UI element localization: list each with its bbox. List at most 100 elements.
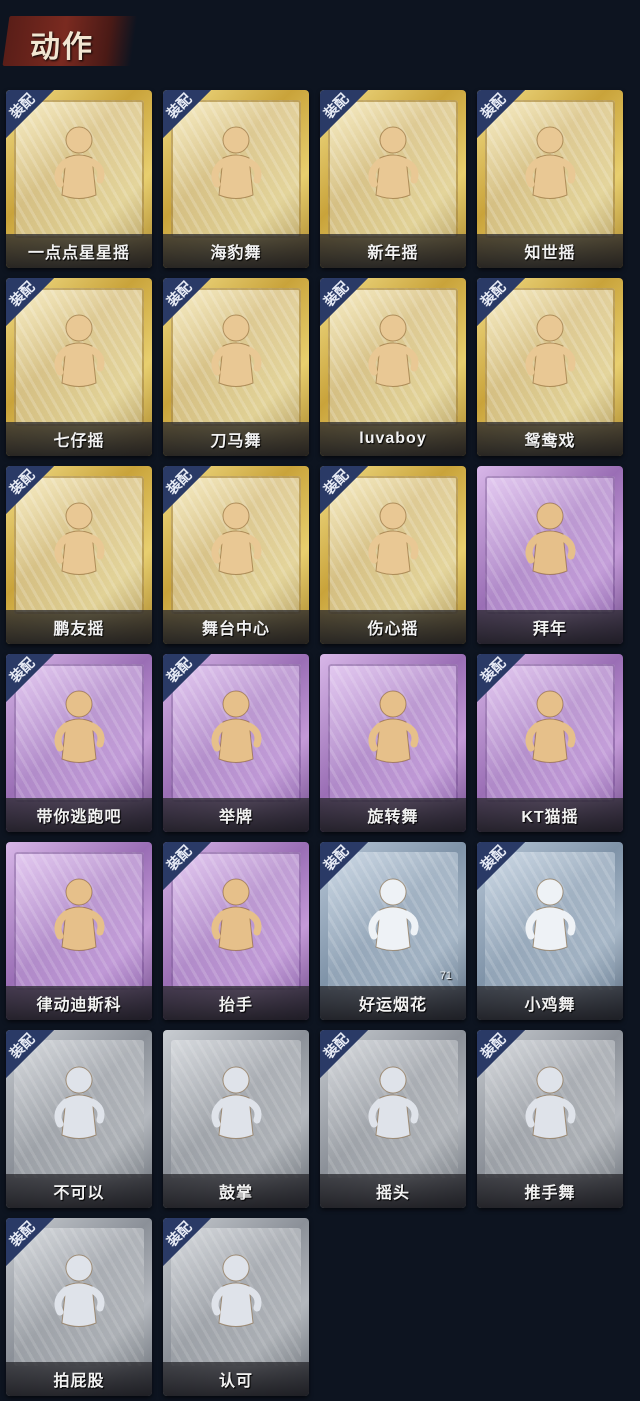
emote-card[interactable]: 装配 小鸡舞 xyxy=(477,842,623,1020)
emote-card[interactable]: 装配 新年摇 xyxy=(320,90,466,268)
dance-figure-icon xyxy=(54,1066,105,1139)
equipped-badge-label: 装配 xyxy=(477,278,509,310)
item-count: 71 xyxy=(439,970,452,982)
dance-figure-icon xyxy=(525,126,576,199)
emote-name: luvaboy xyxy=(359,430,427,447)
dance-figure-icon xyxy=(368,314,419,387)
equipped-badge: 装配 xyxy=(6,90,54,138)
equipped-badge-label: 装配 xyxy=(477,654,509,686)
dance-figure-icon xyxy=(525,878,576,951)
equipped-badge: 装配 xyxy=(6,1218,54,1266)
equipped-badge-label: 装配 xyxy=(6,1218,38,1250)
equipped-badge-label: 装配 xyxy=(163,278,195,310)
equipped-badge-label: 装配 xyxy=(6,466,38,498)
card-label-bar: 抬手 xyxy=(163,986,309,1020)
equipped-badge: 装配 xyxy=(320,842,368,890)
emote-card[interactable]: 装配七仔摇 xyxy=(6,278,152,456)
equipped-badge: 装配 xyxy=(320,278,368,326)
equipped-badge-label: 装配 xyxy=(163,842,195,874)
emote-card[interactable]: 旋转舞 xyxy=(320,654,466,832)
card-label-bar: 小鸡舞 xyxy=(477,986,623,1020)
card-label-bar: 鸳鸯戏 xyxy=(477,422,623,456)
emote-card[interactable]: 装配 拍屁股 xyxy=(6,1218,152,1396)
equipped-badge: 装配 xyxy=(163,466,211,514)
card-label-bar: 鹏友摇 xyxy=(6,610,152,644)
section-header: 动作 xyxy=(2,8,138,74)
equipped-badge: 装配 xyxy=(477,1030,525,1078)
equipped-badge-label: 装配 xyxy=(477,1030,509,1062)
equipped-badge-label: 装配 xyxy=(163,1218,195,1250)
dance-figure-icon xyxy=(525,690,576,763)
equipped-badge: 装配 xyxy=(163,842,211,890)
equipped-badge: 装配 xyxy=(477,278,525,326)
emote-card[interactable]: 装配 71 好运烟花 xyxy=(320,842,466,1020)
card-label-bar: 推手舞 xyxy=(477,1174,623,1208)
equipped-badge-label: 装配 xyxy=(477,90,509,122)
dance-figure-icon xyxy=(525,1066,576,1139)
emote-card[interactable]: 拜年 xyxy=(477,466,623,644)
emote-card[interactable]: 装配 鸳鸯戏 xyxy=(477,278,623,456)
card-label-bar: 海豹舞 xyxy=(163,234,309,268)
emote-card[interactable]: 装配 海豹舞 xyxy=(163,90,309,268)
emote-name: 知世摇 xyxy=(524,245,576,262)
emote-card[interactable]: 装配推手舞 xyxy=(477,1030,623,1208)
equipped-badge: 装配 xyxy=(477,90,525,138)
equipped-badge-label: 装配 xyxy=(6,278,38,310)
emote-card[interactable]: 装配 舞台中心 xyxy=(163,466,309,644)
equipped-badge: 装配 xyxy=(163,278,211,326)
emote-name: KT猫摇 xyxy=(521,809,579,826)
equipped-badge-label: 装配 xyxy=(163,466,195,498)
emote-card[interactable]: 律动迪斯科 xyxy=(6,842,152,1020)
card-label-bar: 不可以 xyxy=(6,1174,152,1208)
emote-card[interactable]: 装配 一点点星星摇 xyxy=(6,90,152,268)
equipped-badge: 装配 xyxy=(163,90,211,138)
equipped-badge-label: 装配 xyxy=(163,90,195,122)
equipped-badge-label: 装配 xyxy=(320,466,352,498)
page-title: 动作 xyxy=(30,31,94,64)
emote-name: 不可以 xyxy=(53,1185,105,1202)
card-label-bar: 律动迪斯科 xyxy=(6,986,152,1020)
emote-name: 好运烟花 xyxy=(358,997,427,1014)
dance-figure-icon xyxy=(368,1066,419,1139)
emote-name: 抬手 xyxy=(218,997,253,1014)
card-label-bar: luvaboy xyxy=(320,422,466,456)
dance-figure-icon xyxy=(211,690,262,763)
emote-card[interactable]: 装配抬手 xyxy=(163,842,309,1020)
equipped-badge: 装配 xyxy=(6,466,54,514)
emote-card[interactable]: 装配不可以 xyxy=(6,1030,152,1208)
emote-card[interactable]: 装配刀马舞 xyxy=(163,278,309,456)
emote-name: 小鸡舞 xyxy=(524,997,576,1014)
equipped-badge: 装配 xyxy=(163,654,211,702)
emote-card[interactable]: 装配知世摇 xyxy=(477,90,623,268)
emote-card[interactable]: 装配 KT猫摇 xyxy=(477,654,623,832)
dance-figure-icon xyxy=(211,1066,262,1139)
card-label-bar: 旋转舞 xyxy=(320,798,466,832)
dance-figure-icon xyxy=(54,690,105,763)
emote-name: 推手舞 xyxy=(524,1185,576,1202)
card-label-bar: 伤心摇 xyxy=(320,610,466,644)
equipped-badge: 装配 xyxy=(6,1030,54,1078)
equipped-badge-label: 装配 xyxy=(320,1030,352,1062)
emote-card[interactable]: 装配 认可 xyxy=(163,1218,309,1396)
dance-figure-icon xyxy=(54,878,105,951)
emote-card[interactable]: 装配 带你逃跑吧 xyxy=(6,654,152,832)
dance-figure-icon xyxy=(54,314,105,387)
emote-name: 七仔摇 xyxy=(53,433,105,450)
dance-figure-icon xyxy=(368,502,419,575)
dance-figure-icon xyxy=(211,126,262,199)
emote-card[interactable]: 装配 鹏友摇 xyxy=(6,466,152,644)
card-label-bar: 舞台中心 xyxy=(163,610,309,644)
emote-name: 刀马舞 xyxy=(210,433,262,450)
emote-card[interactable]: 装配 伤心摇 xyxy=(320,466,466,644)
equipped-badge-label: 装配 xyxy=(320,90,352,122)
emote-card[interactable]: 装配 举牌 xyxy=(163,654,309,832)
emote-card[interactable]: 装配 摇头 xyxy=(320,1030,466,1208)
card-label-bar: 认可 xyxy=(163,1362,309,1396)
dance-figure-icon xyxy=(54,126,105,199)
card-label-bar: 举牌 xyxy=(163,798,309,832)
dance-figure-icon xyxy=(211,502,262,575)
emote-card[interactable]: 鼓掌 xyxy=(163,1030,309,1208)
dance-figure-icon xyxy=(54,502,105,575)
emote-card[interactable]: 装配 luvaboy xyxy=(320,278,466,456)
dance-figure-icon xyxy=(54,1254,105,1327)
